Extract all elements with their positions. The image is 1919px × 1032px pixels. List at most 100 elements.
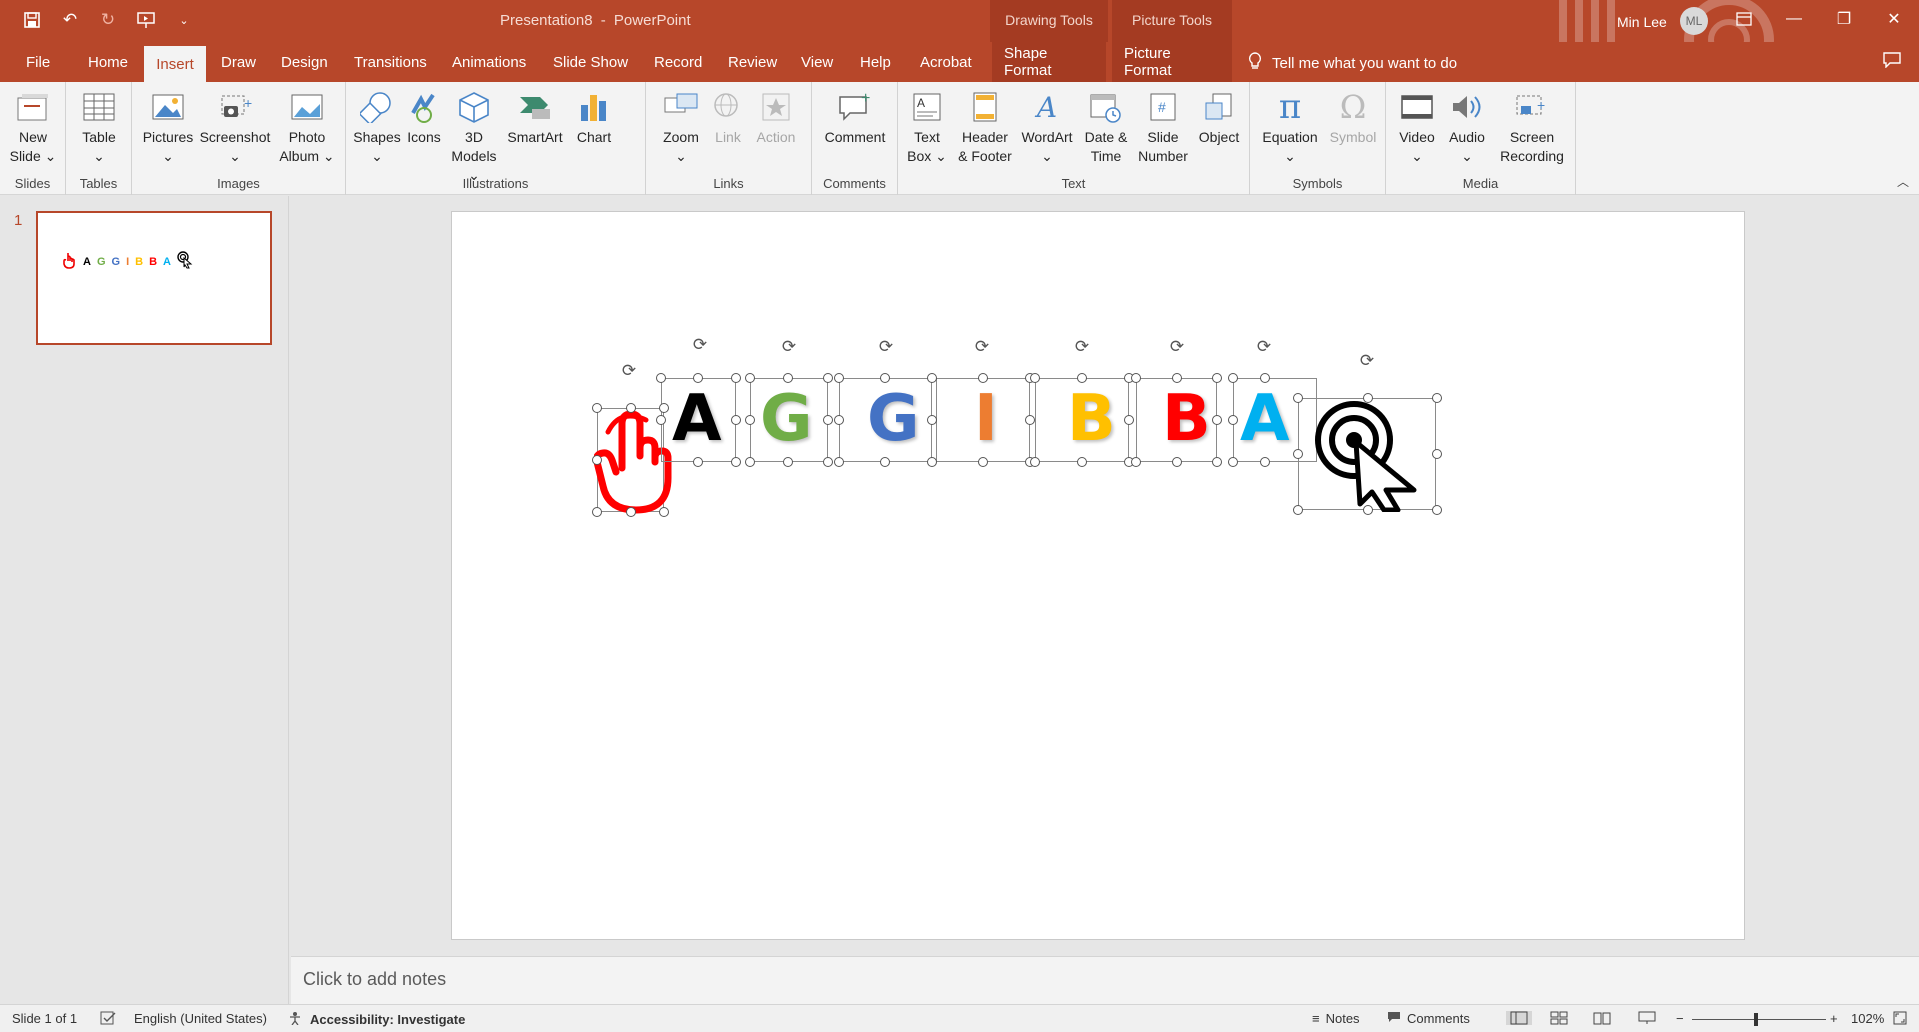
tab-design[interactable]: Design xyxy=(269,42,340,82)
close-icon[interactable]: ✕ xyxy=(1869,0,1919,38)
resize-handle[interactable] xyxy=(1432,449,1442,459)
tab-help[interactable]: Help xyxy=(848,42,903,82)
save-icon[interactable] xyxy=(20,8,44,32)
rotate-handle-icon[interactable]: ⟳ xyxy=(973,337,991,356)
tab-home[interactable]: Home xyxy=(76,42,140,82)
tab-picture-format[interactable]: Picture Format xyxy=(1112,42,1232,82)
smartart-button[interactable]: SmartArt xyxy=(502,88,568,147)
tab-review[interactable]: Review xyxy=(716,42,789,82)
resize-handle[interactable] xyxy=(927,415,937,425)
resize-handle[interactable] xyxy=(731,457,741,467)
resize-handle[interactable] xyxy=(1131,373,1141,383)
user-name[interactable]: Min Lee xyxy=(1617,14,1667,30)
rotate-handle-icon[interactable]: ⟳ xyxy=(691,335,709,354)
rotate-handle-icon[interactable]: ⟳ xyxy=(877,337,895,356)
resize-handle[interactable] xyxy=(659,507,669,517)
tab-transitions[interactable]: Transitions xyxy=(342,42,439,82)
rotate-handle-icon[interactable]: ⟳ xyxy=(1073,337,1091,356)
tab-animations[interactable]: Animations xyxy=(440,42,538,82)
rotate-handle-icon[interactable]: ⟳ xyxy=(1255,337,1273,356)
rotate-handle-icon[interactable]: ⟳ xyxy=(1168,337,1186,356)
shapes-button[interactable]: Shapes ⌄ xyxy=(352,88,402,166)
resize-handle[interactable] xyxy=(927,457,937,467)
resize-handle[interactable] xyxy=(1172,373,1182,383)
undo-icon[interactable]: ↶ xyxy=(58,8,82,32)
resize-handle[interactable] xyxy=(626,403,636,413)
3d-models-button[interactable]: 3D Models ⌄ xyxy=(448,88,500,185)
slide-letter-6[interactable]: B xyxy=(1162,382,1211,456)
user-avatar[interactable]: ML xyxy=(1680,7,1708,35)
resize-handle[interactable] xyxy=(731,373,741,383)
resize-handle[interactable] xyxy=(880,457,890,467)
ribbon-display-options-icon[interactable] xyxy=(1719,0,1769,38)
slide-letter-2[interactable]: G xyxy=(760,382,813,456)
resize-handle[interactable] xyxy=(592,507,602,517)
tab-record[interactable]: Record xyxy=(642,42,714,82)
resize-handle[interactable] xyxy=(693,373,703,383)
resize-handle[interactable] xyxy=(592,403,602,413)
resize-handle[interactable] xyxy=(1124,415,1134,425)
reading-view-icon[interactable] xyxy=(1593,1011,1611,1025)
zoom-in-icon[interactable]: + xyxy=(1830,1011,1838,1026)
resize-handle[interactable] xyxy=(745,373,755,383)
header-footer-button[interactable]: Header & Footer xyxy=(954,88,1016,166)
accessibility-indicator[interactable]: Accessibility: Investigate xyxy=(288,1011,465,1028)
resize-handle[interactable] xyxy=(1228,373,1238,383)
resize-handle[interactable] xyxy=(1131,457,1141,467)
slide-letter-1[interactable]: A xyxy=(672,382,722,456)
resize-handle[interactable] xyxy=(1260,457,1270,467)
object-button[interactable]: Object xyxy=(1192,88,1246,147)
comments-pane-icon[interactable] xyxy=(1883,52,1901,73)
zoom-slider-thumb[interactable] xyxy=(1754,1013,1758,1026)
video-button[interactable]: Video ⌄ xyxy=(1392,88,1442,166)
resize-handle[interactable] xyxy=(1432,393,1442,403)
resize-handle[interactable] xyxy=(1030,457,1040,467)
tab-insert[interactable]: Insert xyxy=(144,46,206,82)
chart-button[interactable]: Chart xyxy=(570,88,618,147)
resize-handle[interactable] xyxy=(1363,505,1373,515)
restore-icon[interactable]: ❐ xyxy=(1819,0,1869,38)
resize-handle[interactable] xyxy=(1172,457,1182,467)
present-from-beginning-icon[interactable] xyxy=(134,8,158,32)
notes-pane[interactable]: Click to add notes xyxy=(291,956,1919,1004)
tab-acrobat[interactable]: Acrobat xyxy=(908,42,984,82)
comments-toggle[interactable]: Comments xyxy=(1387,1011,1470,1026)
resize-handle[interactable] xyxy=(1432,505,1442,515)
rotate-handle-icon[interactable]: ⟳ xyxy=(1358,351,1376,370)
wordart-button[interactable]: A WordArt ⌄ xyxy=(1016,88,1078,166)
resize-handle[interactable] xyxy=(978,457,988,467)
slide-number-button[interactable]: # Slide Number xyxy=(1134,88,1192,166)
resize-handle[interactable] xyxy=(659,403,669,413)
fit-slide-icon[interactable] xyxy=(1893,1011,1907,1025)
new-slide-button[interactable]: New Slide ⌄ xyxy=(8,88,58,166)
resize-handle[interactable] xyxy=(1260,373,1270,383)
redo-icon[interactable]: ↻ xyxy=(96,8,120,32)
resize-handle[interactable] xyxy=(823,373,833,383)
normal-view-icon[interactable] xyxy=(1506,1011,1532,1025)
resize-handle[interactable] xyxy=(783,373,793,383)
tab-shape-format[interactable]: Shape Format xyxy=(992,42,1106,82)
customize-qat-icon[interactable]: ⌄ xyxy=(172,8,196,32)
spelling-status-icon[interactable] xyxy=(100,1011,116,1025)
resize-handle[interactable] xyxy=(745,415,755,425)
resize-handle[interactable] xyxy=(1077,373,1087,383)
table-button[interactable]: Table ⌄ xyxy=(74,88,124,166)
slide-canvas[interactable]: A G G I B B A ⟳ ⟳ ⟳ ⟳ ⟳ ⟳ ⟳ ⟳ ⟳ xyxy=(451,211,1745,940)
resize-handle[interactable] xyxy=(834,373,844,383)
zoom-slider[interactable] xyxy=(1692,1019,1826,1020)
tab-view[interactable]: View xyxy=(789,42,845,82)
tab-draw[interactable]: Draw xyxy=(209,42,268,82)
resize-handle[interactable] xyxy=(1363,393,1373,403)
slide-letter-4[interactable]: I xyxy=(974,382,998,456)
resize-handle[interactable] xyxy=(745,457,755,467)
minimize-icon[interactable]: — xyxy=(1769,0,1819,38)
pictures-button[interactable]: Pictures ⌄ xyxy=(140,88,196,166)
resize-handle[interactable] xyxy=(880,373,890,383)
action-button[interactable]: Action xyxy=(750,88,802,147)
resize-handle[interactable] xyxy=(823,415,833,425)
tell-me-search[interactable]: Tell me what you want to do xyxy=(1248,52,1457,74)
slideshow-view-icon[interactable] xyxy=(1638,1011,1656,1025)
slide-letter-3[interactable]: G xyxy=(867,382,920,456)
screen-recording-button[interactable]: + Screen Recording xyxy=(1492,88,1572,166)
zoom-out-icon[interactable]: − xyxy=(1676,1011,1684,1026)
